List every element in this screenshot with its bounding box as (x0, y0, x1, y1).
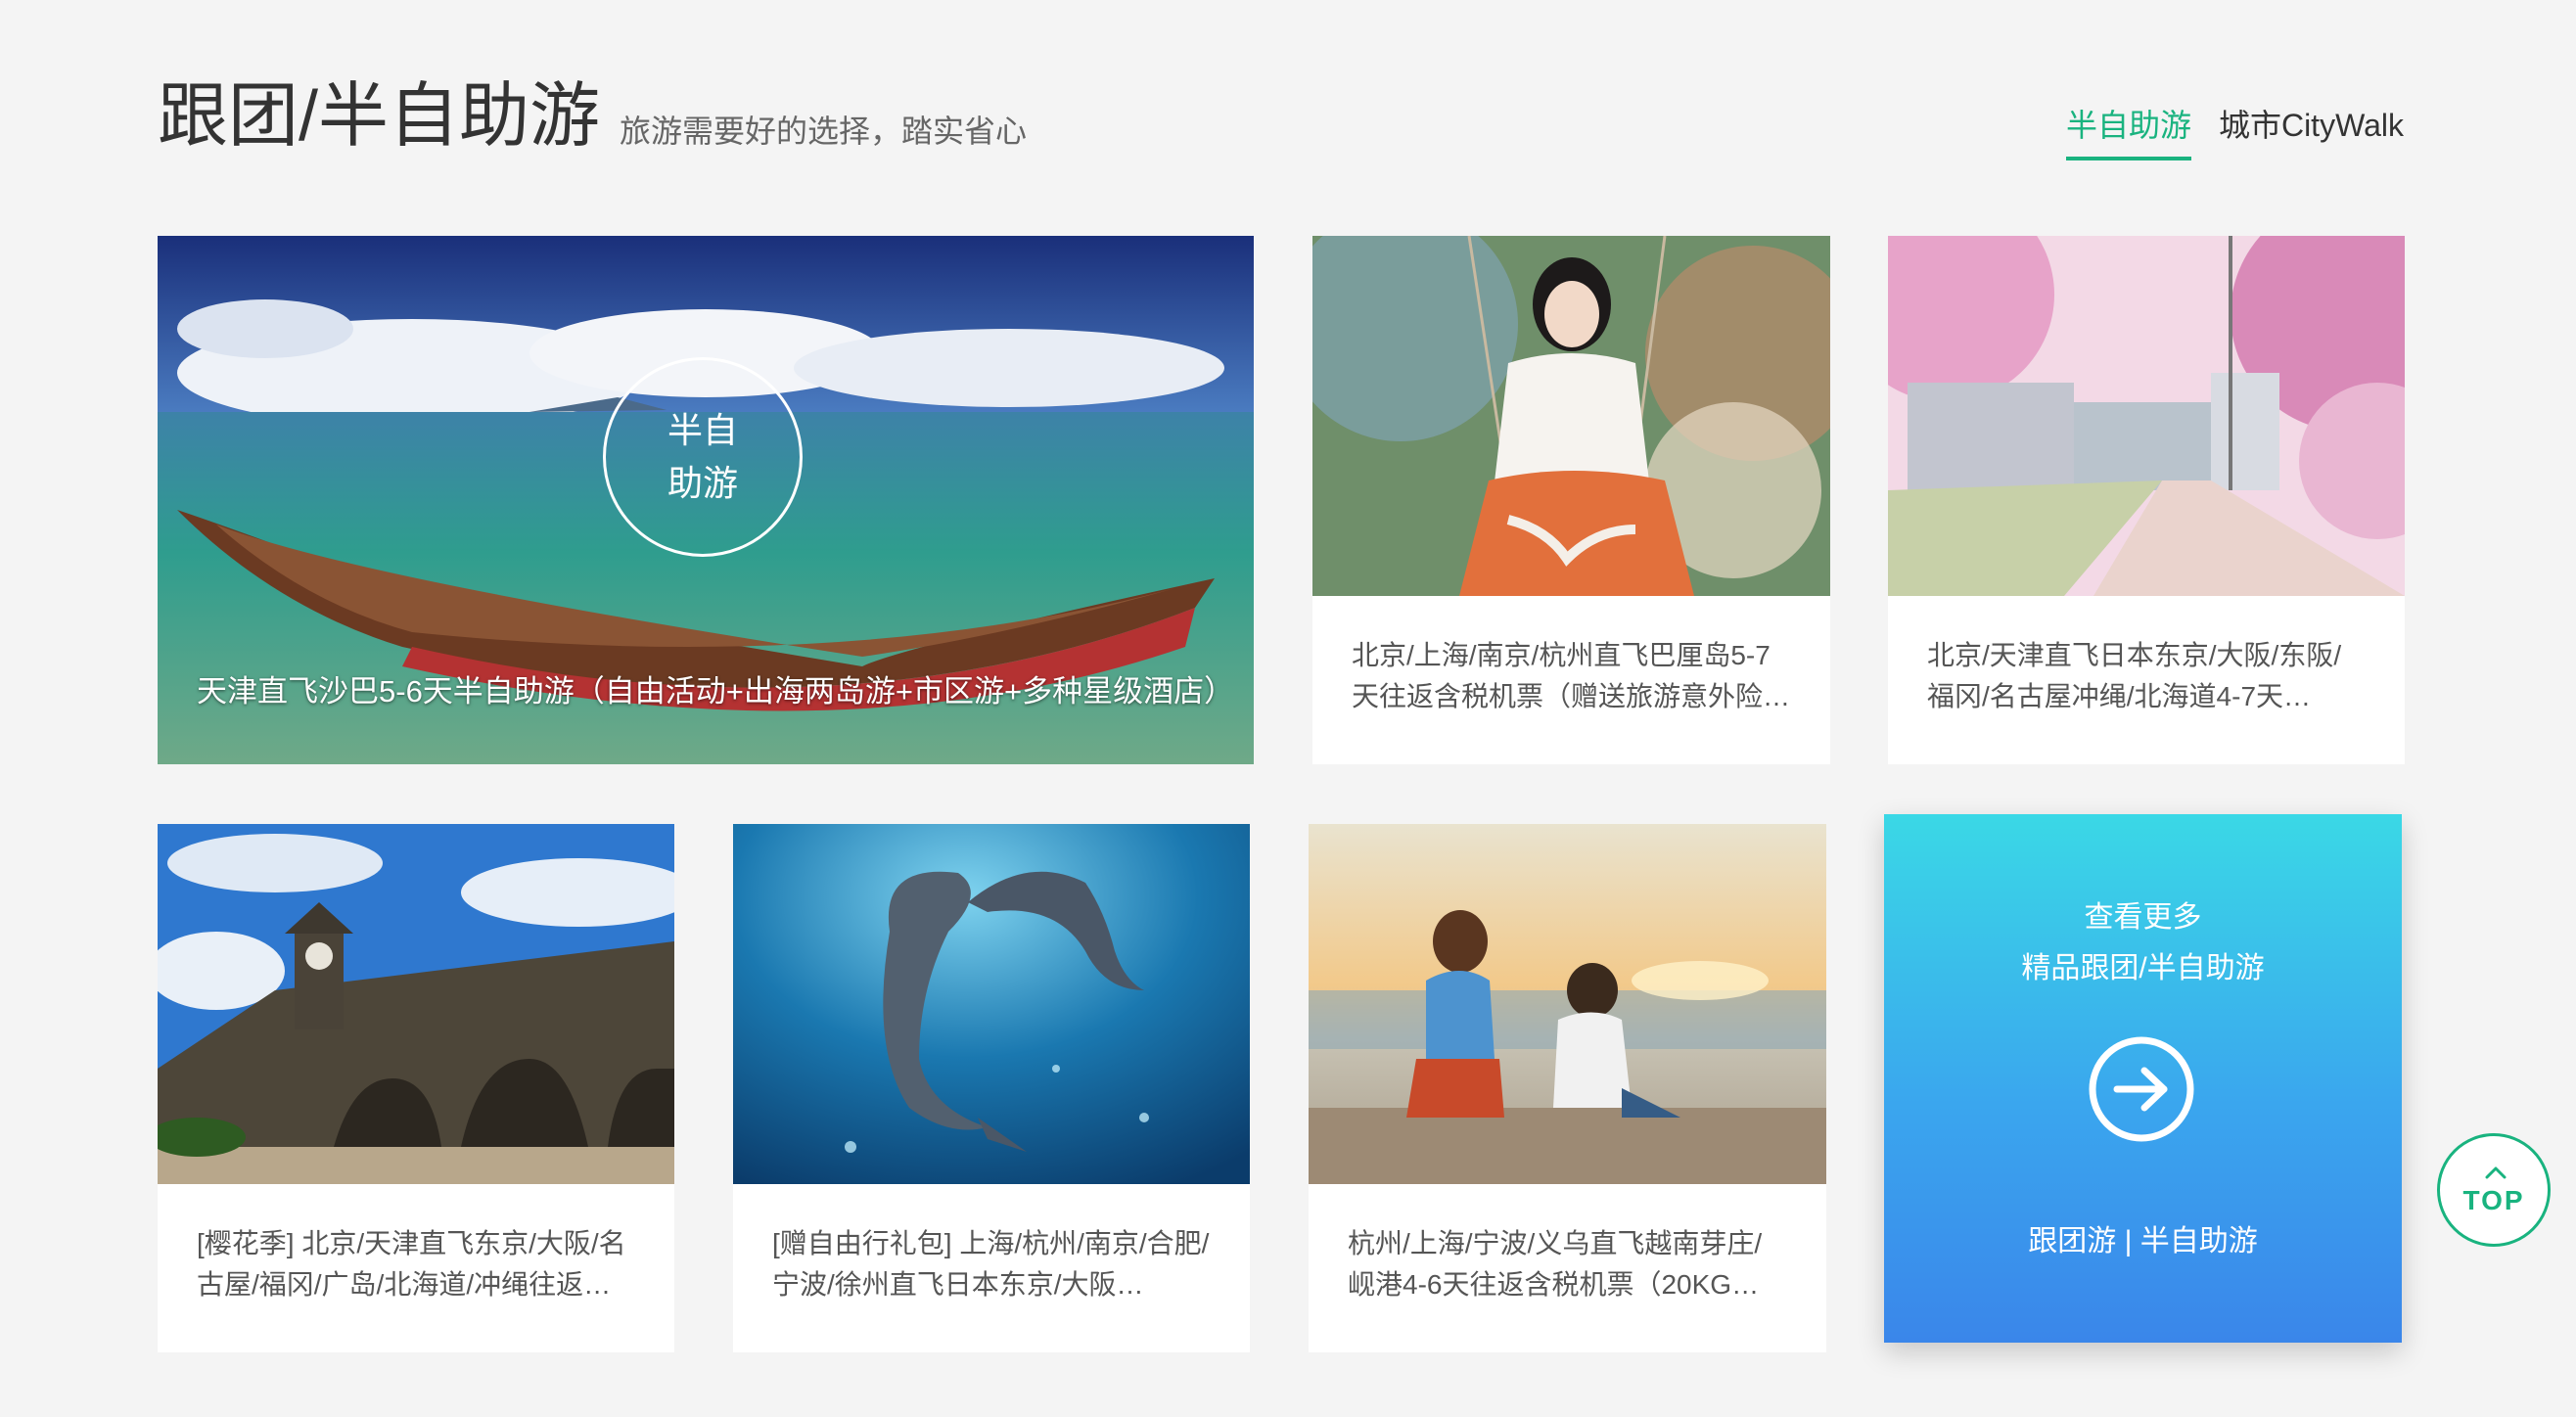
card-title: 北京/天津直飞日本东京/大阪/东阪/福冈/名古屋冲绳/北海道4-7天… (1927, 640, 2342, 711)
badge-line-2: 助游 (667, 463, 738, 503)
card-image (733, 824, 1250, 1184)
view-more-line-2: 精品跟团/半自助游 (2021, 952, 2265, 984)
card-title: [赠自由行礼包] 上海/杭州/南京/合肥/宁波/徐州直飞日本东京/大阪… (772, 1228, 1210, 1300)
product-card-vietnam[interactable]: 杭州/上海/宁波/义乌直飞越南芽庄/岘港4-6天往返含税机票（20KG… (1309, 824, 1826, 1352)
tab-bar: 半自助游 城市CityWalk (2065, 106, 2404, 160)
section-subtitle: 旅游需要好的选择，踏实省心 (620, 114, 1028, 149)
card-image (1309, 824, 1826, 1184)
card-image (1888, 236, 2405, 596)
card-title: [樱花季] 北京/天津直飞东京/大阪/名古屋/福冈/广岛/北海道/冲绳往返… (197, 1228, 626, 1300)
view-more-card[interactable]: 查看更多 精品跟团/半自助游 跟团游 | 半自助游 (1884, 814, 2402, 1343)
tab-semi-self-guided[interactable]: 半自助游 (2065, 106, 2191, 160)
view-more-line-1: 查看更多 (2084, 901, 2202, 934)
back-to-top-button[interactable]: TOP (2437, 1133, 2551, 1247)
chevron-up-icon (2485, 1166, 2507, 1179)
product-card-sakura[interactable]: [樱花季] 北京/天津直飞东京/大阪/名古屋/福冈/广岛/北海道/冲绳往返… (158, 824, 674, 1352)
card-image (1312, 236, 1830, 596)
product-card-bali[interactable]: 北京/上海/南京/杭州直飞巴厘岛5-7天往返含税机票（赠送旅游意外险… (1312, 236, 1830, 764)
semi-self-guided-badge: 半自 助游 (603, 357, 803, 557)
badge-line-1: 半自 (667, 410, 738, 450)
card-image (158, 824, 674, 1184)
featured-card[interactable]: 半自 助游 天津直飞沙巴5-6天半自助游（自由活动+出海两岛游+市区游+多种星级… (158, 236, 1254, 764)
section-header: 跟团/半自助游 旅游需要好的选择，踏实省心 半自助游 城市CityWalk (158, 70, 2404, 168)
view-more-links[interactable]: 跟团游 | 半自助游 (1884, 1217, 2402, 1266)
featured-title: 天津直飞沙巴5-6天半自助游（自由活动+出海两岛游+市区游+多种星级酒店） (197, 674, 1235, 708)
card-title: 杭州/上海/宁波/义乌直飞越南芽庄/岘港4-6天往返含税机票（20KG… (1348, 1228, 1763, 1300)
arrow-right-circle-icon[interactable] (2088, 1035, 2195, 1143)
tab-city-walk[interactable]: 城市CityWalk (2219, 106, 2404, 160)
product-card-tokyo[interactable]: [赠自由行礼包] 上海/杭州/南京/合肥/宁波/徐州直飞日本东京/大阪… (733, 824, 1250, 1352)
section-title: 跟团/半自助游 (158, 77, 601, 156)
card-title: 北京/上海/南京/杭州直飞巴厘岛5-7天往返含税机票（赠送旅游意外险… (1352, 640, 1791, 711)
product-card-japan[interactable]: 北京/天津直飞日本东京/大阪/东阪/福冈/名古屋冲绳/北海道4-7天… (1888, 236, 2405, 764)
back-to-top-label: TOP (2462, 1185, 2525, 1215)
